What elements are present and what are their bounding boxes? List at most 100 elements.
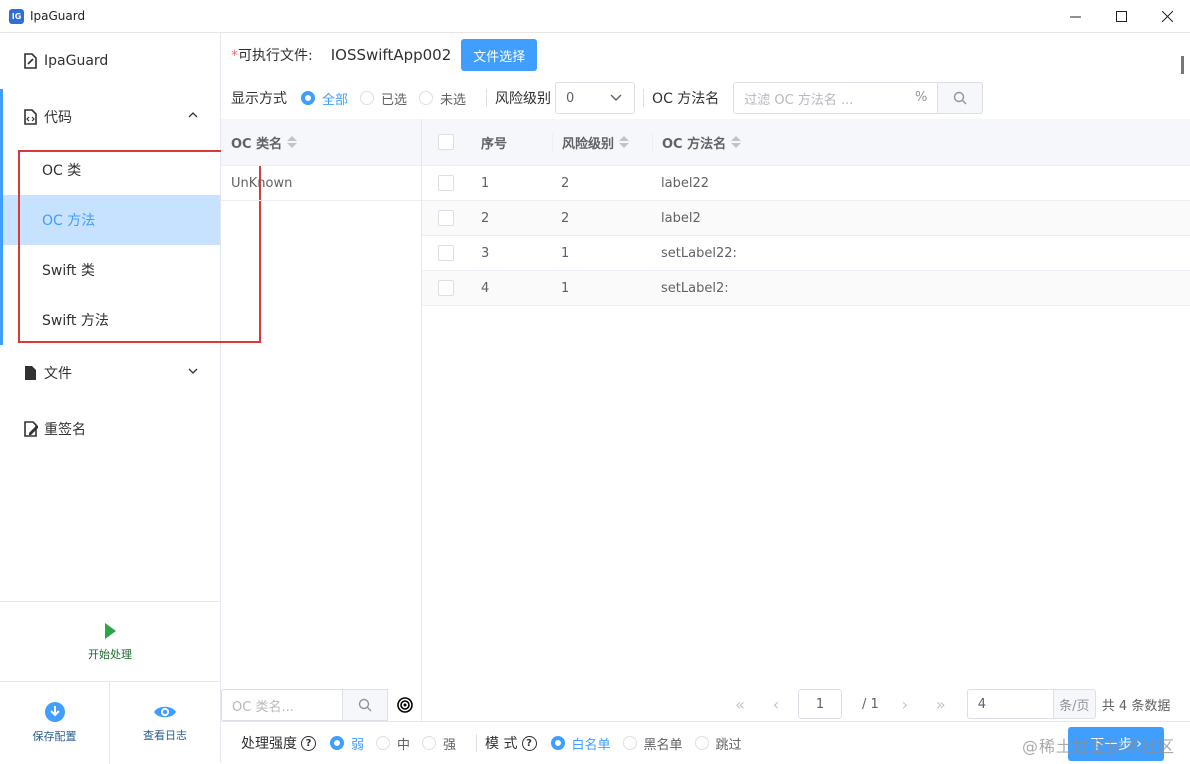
next-page-button[interactable]: ›: [887, 695, 923, 714]
display-unselected-radio[interactable]: 未选: [419, 89, 466, 108]
maximize-icon: [1115, 11, 1127, 22]
risk-level-select[interactable]: 0: [555, 82, 636, 114]
sort-icon[interactable]: [619, 136, 630, 148]
row-checkbox[interactable]: [438, 245, 454, 261]
mode-skip-radio[interactable]: 跳过: [694, 734, 742, 753]
executable-value: IOSSwiftApp002: [330, 46, 452, 64]
row-checkbox[interactable]: [438, 210, 454, 226]
risk-level-label: 风险级别: [495, 91, 552, 107]
divider: [643, 89, 645, 107]
divider: [476, 734, 478, 752]
table-row[interactable]: 3 1 setLabel22:: [422, 236, 1190, 271]
executable-label-text: 可执行文件:: [238, 48, 313, 64]
prev-page-button[interactable]: ‹: [758, 695, 794, 714]
sidebar-subitem-oc-method[interactable]: OC 方法: [3, 195, 220, 245]
index-cell: 1: [481, 175, 490, 191]
risk-cell: 1: [561, 280, 570, 296]
class-search-placeholder: OC 类名...: [232, 699, 294, 715]
download-icon: [44, 702, 65, 722]
sidebar-subitem-oc-class[interactable]: OC 类: [3, 145, 220, 195]
table-row[interactable]: 2 2 label2: [422, 201, 1190, 236]
method-name-cell: setLabel22:: [661, 245, 737, 261]
sidebar-item-resign[interactable]: 重签名: [0, 401, 220, 457]
risk-header[interactable]: 风险级别: [552, 132, 652, 152]
edge-scrollbar[interactable]: [1181, 56, 1184, 74]
method-name-header[interactable]: OC 方法名: [652, 132, 1190, 152]
view-log-button[interactable]: 查看日志: [110, 682, 220, 764]
radio-dot: [419, 91, 434, 105]
mode-whitelist-radio[interactable]: 白名单: [550, 734, 611, 753]
sidebar-item-code[interactable]: 代码: [0, 89, 220, 145]
sidebar-subitem-label: Swift 方法: [42, 313, 109, 329]
document-icon: [24, 365, 38, 381]
help-icon[interactable]: ?: [301, 735, 316, 751]
radio-label: 强: [443, 737, 457, 753]
strength-medium-radio[interactable]: 中: [376, 734, 410, 753]
table-row[interactable]: 4 1 setLabel2:: [422, 271, 1190, 306]
risk-cell: 1: [561, 245, 570, 261]
method-name-cell: label2: [661, 210, 701, 226]
chevron-down-icon: [610, 94, 622, 101]
start-process-button[interactable]: 开始处理: [0, 601, 220, 681]
maximize-button[interactable]: [1098, 0, 1144, 33]
page-size-input[interactable]: 4: [966, 689, 1053, 719]
select-all-checkbox[interactable]: [438, 134, 454, 150]
sidebar-item-files[interactable]: 文件: [0, 345, 220, 401]
strength-weak-radio[interactable]: 弱: [330, 734, 364, 753]
method-table: 序号 风险级别 OC 方法名 1 2 label22 2 2 label2 3 …: [422, 119, 1190, 679]
app-logo-icon: IG: [9, 8, 24, 24]
minimize-button[interactable]: [1052, 0, 1098, 33]
method-search-button[interactable]: [937, 82, 984, 114]
strength-strong-radio[interactable]: 强: [422, 734, 456, 753]
sort-icon[interactable]: [731, 136, 742, 148]
row-checkbox[interactable]: [438, 175, 454, 191]
method-filter-input[interactable]: 过滤 OC 方法名 ... %: [733, 82, 938, 114]
class-search-input[interactable]: OC 类名...: [221, 689, 342, 721]
executable-label: *可执行文件:: [231, 45, 313, 65]
radio-label: 弱: [351, 737, 365, 753]
file-icon: [24, 53, 38, 69]
sidebar-subitem-label: OC 方法: [42, 213, 96, 229]
radio-dot: [622, 736, 637, 750]
sidebar-subitem-label: Swift 类: [42, 263, 95, 279]
table-row[interactable]: UnKnown: [221, 166, 421, 201]
index-cell: 4: [481, 280, 490, 296]
radio-dot: [694, 736, 709, 750]
mode-blacklist-radio[interactable]: 黑名单: [622, 734, 683, 753]
total-pages: / 1: [862, 696, 879, 712]
display-selected-radio[interactable]: 已选: [360, 89, 407, 108]
choose-file-button[interactable]: 文件选择: [461, 39, 538, 71]
radio-label: 黑名单: [643, 737, 683, 753]
risk-cell: 2: [561, 210, 570, 226]
total-count: 共 4 条数据: [1101, 698, 1171, 714]
method-filter-label: OC 方法名: [652, 91, 720, 107]
method-name-cell: setLabel2:: [661, 280, 729, 296]
locate-button[interactable]: [388, 689, 422, 721]
help-icon[interactable]: ?: [521, 735, 537, 751]
radio-label: 全部: [322, 92, 349, 108]
pagination: « ‹ 1 / 1 › » 4 条/页 共 4 条数据: [722, 688, 1170, 720]
last-page-button[interactable]: »: [923, 695, 959, 714]
sidebar-subitem-swift-class[interactable]: Swift 类: [3, 245, 220, 295]
first-page-button[interactable]: «: [722, 695, 758, 714]
sort-icon[interactable]: [287, 136, 298, 148]
wildcard-icon[interactable]: %: [915, 90, 927, 105]
table-row[interactable]: 1 2 label22: [422, 166, 1190, 201]
save-config-label: 保存配置: [32, 730, 77, 743]
class-name-cell: UnKnown: [231, 175, 293, 191]
executable-row: *可执行文件: IOSSwiftApp002 文件选择: [231, 39, 538, 71]
mode-label: 模 式: [485, 736, 518, 752]
row-checkbox[interactable]: [438, 280, 454, 296]
radio-dot: [360, 91, 375, 105]
display-mode-label: 显示方式: [231, 91, 287, 107]
close-button[interactable]: [1144, 0, 1190, 33]
risk-cell: 2: [561, 175, 570, 191]
sidebar-subitem-swift-method[interactable]: Swift 方法: [3, 295, 220, 345]
sidebar-item-ipaguard[interactable]: IpaGuard: [0, 33, 220, 89]
save-config-button[interactable]: 保存配置: [0, 682, 110, 764]
class-search-button[interactable]: [342, 689, 388, 721]
page-number-input[interactable]: 1: [798, 689, 842, 719]
class-table-header[interactable]: OC 类名: [221, 119, 421, 166]
display-all-radio[interactable]: 全部: [301, 89, 348, 108]
strength-label: 处理强度: [241, 736, 297, 752]
